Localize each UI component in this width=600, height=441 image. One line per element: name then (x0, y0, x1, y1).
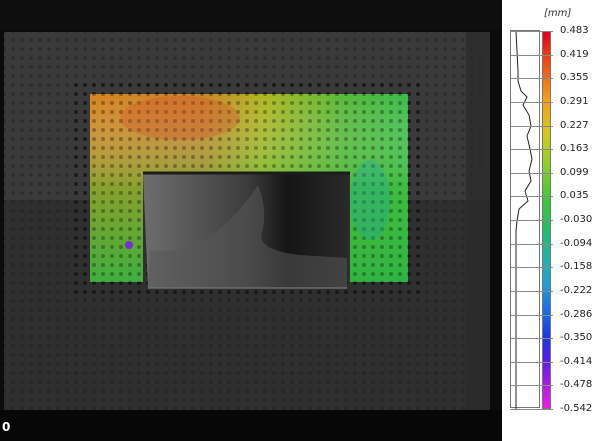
legend-tick-label: 0.291 (560, 96, 589, 107)
legend-tick-label: 0.099 (560, 167, 589, 178)
deformation-viewport[interactable]: 0 (0, 0, 502, 441)
legend-tick-line (510, 338, 553, 339)
legend-tick-line (510, 173, 553, 174)
legend-tick-line (510, 362, 553, 363)
legend-tick-label: -0.286 (560, 309, 593, 320)
legend-tick-label: 0.419 (560, 49, 589, 60)
legend-unit: [mm] (544, 8, 572, 19)
legend-tick-line (510, 220, 553, 221)
legend-tick-label: 0.163 (560, 143, 589, 154)
legend-tick-line (510, 102, 553, 103)
legend-tick-line (510, 291, 553, 292)
legend-tick-line (510, 196, 553, 197)
legend-tick-label: -0.030 (560, 214, 593, 225)
legend-tick-line (510, 244, 553, 245)
legend-tick-label: 0.355 (560, 72, 589, 83)
legend-tick-label: -0.158 (560, 261, 593, 272)
legend-tick-label: 0.483 (560, 25, 589, 36)
legend-tick-line (510, 31, 553, 32)
legend-tick-label: -0.414 (560, 356, 593, 367)
legend-tick-label: -0.542 (560, 403, 593, 414)
legend-tick-label: 0.227 (560, 120, 589, 131)
top-shadow (0, 0, 502, 30)
legend-tick-label: -0.094 (560, 238, 593, 249)
frame-index: 0 (2, 420, 11, 434)
legend-tick-line (510, 126, 553, 127)
specimen-image (0, 0, 502, 441)
outlier-marker (125, 241, 133, 249)
legend-tick-label: -0.478 (560, 379, 593, 390)
legend-tick-label: 0.035 (560, 190, 589, 201)
legend-tick-line (510, 55, 553, 56)
legend-tick-label: -0.222 (560, 285, 593, 296)
histogram-profile (510, 30, 540, 409)
legend-tick-line (510, 409, 553, 410)
legend-tick-label: -0.350 (560, 332, 593, 343)
bottom-strip (0, 410, 502, 441)
legend-tick-line (510, 385, 553, 386)
legend-tick-line (510, 267, 553, 268)
legend-tick-line (510, 315, 553, 316)
legend-tick-line (510, 78, 553, 79)
legend-tick-line (510, 149, 553, 150)
